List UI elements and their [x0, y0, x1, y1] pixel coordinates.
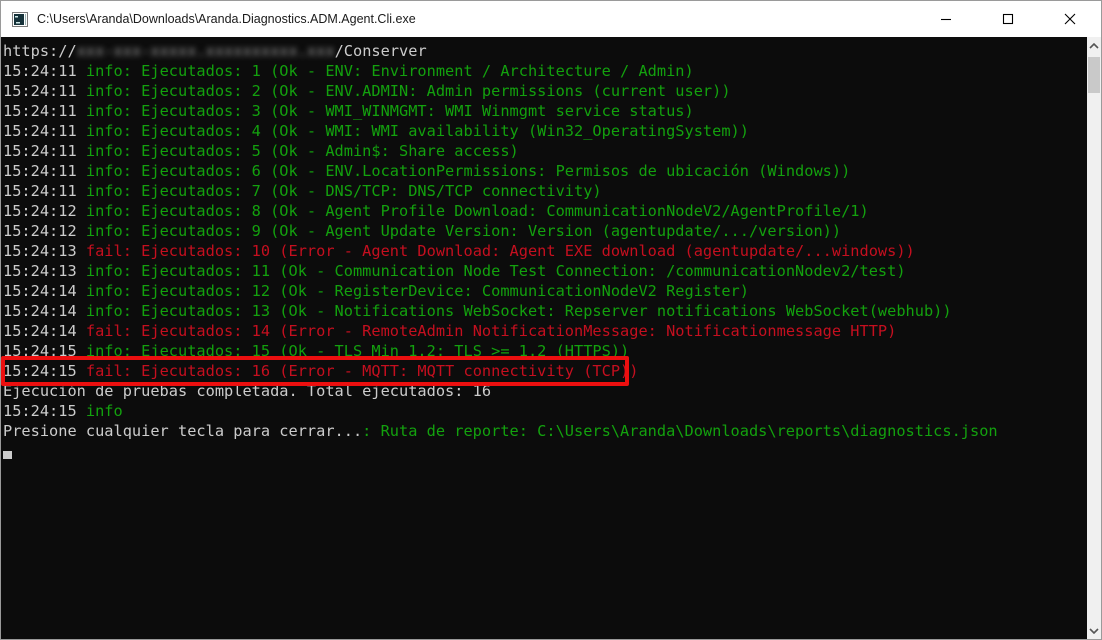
console-line: 15:24:11 info: Ejecutados: 5 (Ok - Admin…	[3, 141, 1085, 161]
console-text-segment: 15:24:11	[3, 142, 86, 160]
console-text-segment: 15:24:12	[3, 222, 86, 240]
console-line: 15:24:11 info: Ejecutados: 6 (Ok - ENV.L…	[3, 161, 1085, 181]
maximize-icon	[1002, 13, 1014, 25]
console-text-segment: 15:24:13	[3, 262, 86, 280]
redacted-host: xxx-xxx-xxxxx.xxxxxxxxxx.xxx	[76, 42, 335, 60]
chevron-up-icon	[1089, 42, 1099, 49]
console-text-segment: /Conserver	[334, 42, 427, 60]
console-line: 15:24:13 info: Ejecutados: 11 (Ok - Comm…	[3, 261, 1085, 281]
minimize-button[interactable]	[915, 1, 977, 37]
close-button[interactable]	[1039, 1, 1101, 37]
window-controls	[915, 1, 1101, 37]
console-line: 15:24:15 fail: Ejecutados: 16 (Error - M…	[3, 361, 1085, 381]
console-text-segment: info: Ejecutados: 4 (Ok - WMI: WMI avail…	[85, 122, 749, 140]
console-text-segment: 15:24:11	[3, 82, 86, 100]
scrollbar[interactable]	[1087, 37, 1101, 639]
console-text-segment: info: Ejecutados: 15 (Ok - TLS Min 1.2: …	[85, 342, 630, 360]
console-text-segment: https://	[3, 42, 77, 60]
console-text-segment: Presione cualquier tecla para cerrar...	[3, 422, 363, 440]
console-text-segment: 15:24:15	[3, 342, 86, 360]
console-line: 15:24:14 info: Ejecutados: 13 (Ok - Noti…	[3, 301, 1085, 321]
scrollbar-thumb[interactable]	[1088, 57, 1100, 93]
console-line: 15:24:11 info: Ejecutados: 3 (Ok - WMI_W…	[3, 101, 1085, 121]
console-app-icon	[12, 11, 28, 27]
console-line: 15:24:11 info: Ejecutados: 2 (Ok - ENV.A…	[3, 81, 1085, 101]
console-text-segment: 15:24:11	[3, 162, 86, 180]
console-text-segment: 15:24:11	[3, 102, 86, 120]
console-text-segment: fail: Ejecutados: 14 (Error - RemoteAdmi…	[85, 322, 897, 340]
console-text-segment: : Ruta de reporte: C:\Users\Aranda\Downl…	[362, 422, 998, 440]
console-text-segment: 15:24:12	[3, 202, 86, 220]
console-text-segment: 15:24:14	[3, 282, 86, 300]
maximize-button[interactable]	[977, 1, 1039, 37]
console-text-segment: fail: Ejecutados: 16 (Error - MQTT: MQTT…	[85, 362, 639, 380]
console-text-segment: info	[85, 402, 123, 420]
console-line: 15:24:11 info: Ejecutados: 7 (Ok - DNS/T…	[3, 181, 1085, 201]
console-text-segment: info: Ejecutados: 5 (Ok - Admin$: Share …	[85, 142, 519, 160]
minimize-icon	[941, 18, 951, 21]
window-title: C:\Users\Aranda\Downloads\Aranda.Diagnos…	[37, 12, 416, 26]
console-text-segment: info: Ejecutados: 8 (Ok - Agent Profile …	[85, 202, 869, 220]
console-line: Presione cualquier tecla para cerrar...:…	[3, 421, 1085, 441]
terminal-cursor	[3, 451, 12, 459]
scroll-down-button[interactable]	[1087, 622, 1101, 639]
title-bar: C:\Users\Aranda\Downloads\Aranda.Diagnos…	[1, 1, 1101, 37]
console-text-segment: 15:24:11	[3, 122, 86, 140]
chevron-down-icon	[1089, 627, 1099, 634]
console-text-segment: 15:24:14	[3, 302, 86, 320]
console-text-segment: info: Ejecutados: 12 (Ok - RegisterDevic…	[85, 282, 749, 300]
console-line: Ejecución de pruebas completada. Total e…	[3, 381, 1085, 401]
console-line: https://xxx-xxx-xxxxx.xxxxxxxxxx.xxx/Con…	[3, 41, 1085, 61]
console-line: 15:24:15 info: Ejecutados: 15 (Ok - TLS …	[3, 341, 1085, 361]
console-text-segment: 15:24:13	[3, 242, 86, 260]
console-line: 15:24:15 info	[3, 401, 1085, 421]
console-line: 15:24:11 info: Ejecutados: 1 (Ok - ENV: …	[3, 61, 1085, 81]
console-lines: https://xxx-xxx-xxxxx.xxxxxxxxxx.xxx/Con…	[3, 41, 1085, 441]
console-window: C:\Users\Aranda\Downloads\Aranda.Diagnos…	[0, 0, 1102, 640]
console-line: 15:24:13 fail: Ejecutados: 10 (Error - A…	[3, 241, 1085, 261]
console-text-segment: info: Ejecutados: 1 (Ok - ENV: Environme…	[85, 62, 694, 80]
console-text-segment: info: Ejecutados: 3 (Ok - WMI_WINMGMT: W…	[85, 102, 694, 120]
console-line: 15:24:12 info: Ejecutados: 8 (Ok - Agent…	[3, 201, 1085, 221]
console-text-segment: info: Ejecutados: 13 (Ok - Notifications…	[85, 302, 952, 320]
console-text-segment: 15:24:14	[3, 322, 86, 340]
close-icon	[1064, 13, 1076, 25]
console-text-segment: info: Ejecutados: 7 (Ok - DNS/TCP: DNS/T…	[85, 182, 602, 200]
console-text-segment: 15:24:15	[3, 402, 86, 420]
console-line: 15:24:12 info: Ejecutados: 9 (Ok - Agent…	[3, 221, 1085, 241]
scroll-up-button[interactable]	[1087, 37, 1101, 54]
console-line: 15:24:14 info: Ejecutados: 12 (Ok - Regi…	[3, 281, 1085, 301]
console-output[interactable]: https://xxx-xxx-xxxxx.xxxxxxxxxx.xxx/Con…	[1, 37, 1101, 639]
console-text-segment: info: Ejecutados: 9 (Ok - Agent Update V…	[85, 222, 842, 240]
console-line: 15:24:14 fail: Ejecutados: 14 (Error - R…	[3, 321, 1085, 341]
console-text-segment: info: Ejecutados: 6 (Ok - ENV.LocationPe…	[85, 162, 851, 180]
console-text-segment: Ejecución de pruebas completada. Total e…	[3, 382, 492, 400]
console-text-segment: 15:24:11	[3, 62, 86, 80]
console-text-segment: fail: Ejecutados: 10 (Error - Agent Down…	[85, 242, 915, 260]
console-line: 15:24:11 info: Ejecutados: 4 (Ok - WMI: …	[3, 121, 1085, 141]
console-text-segment: 15:24:11	[3, 182, 86, 200]
console-text-segment: info: Ejecutados: 11 (Ok - Communication…	[85, 262, 906, 280]
console-text-segment: 15:24:15	[3, 362, 86, 380]
console-text-segment: info: Ejecutados: 2 (Ok - ENV.ADMIN: Adm…	[85, 82, 731, 100]
